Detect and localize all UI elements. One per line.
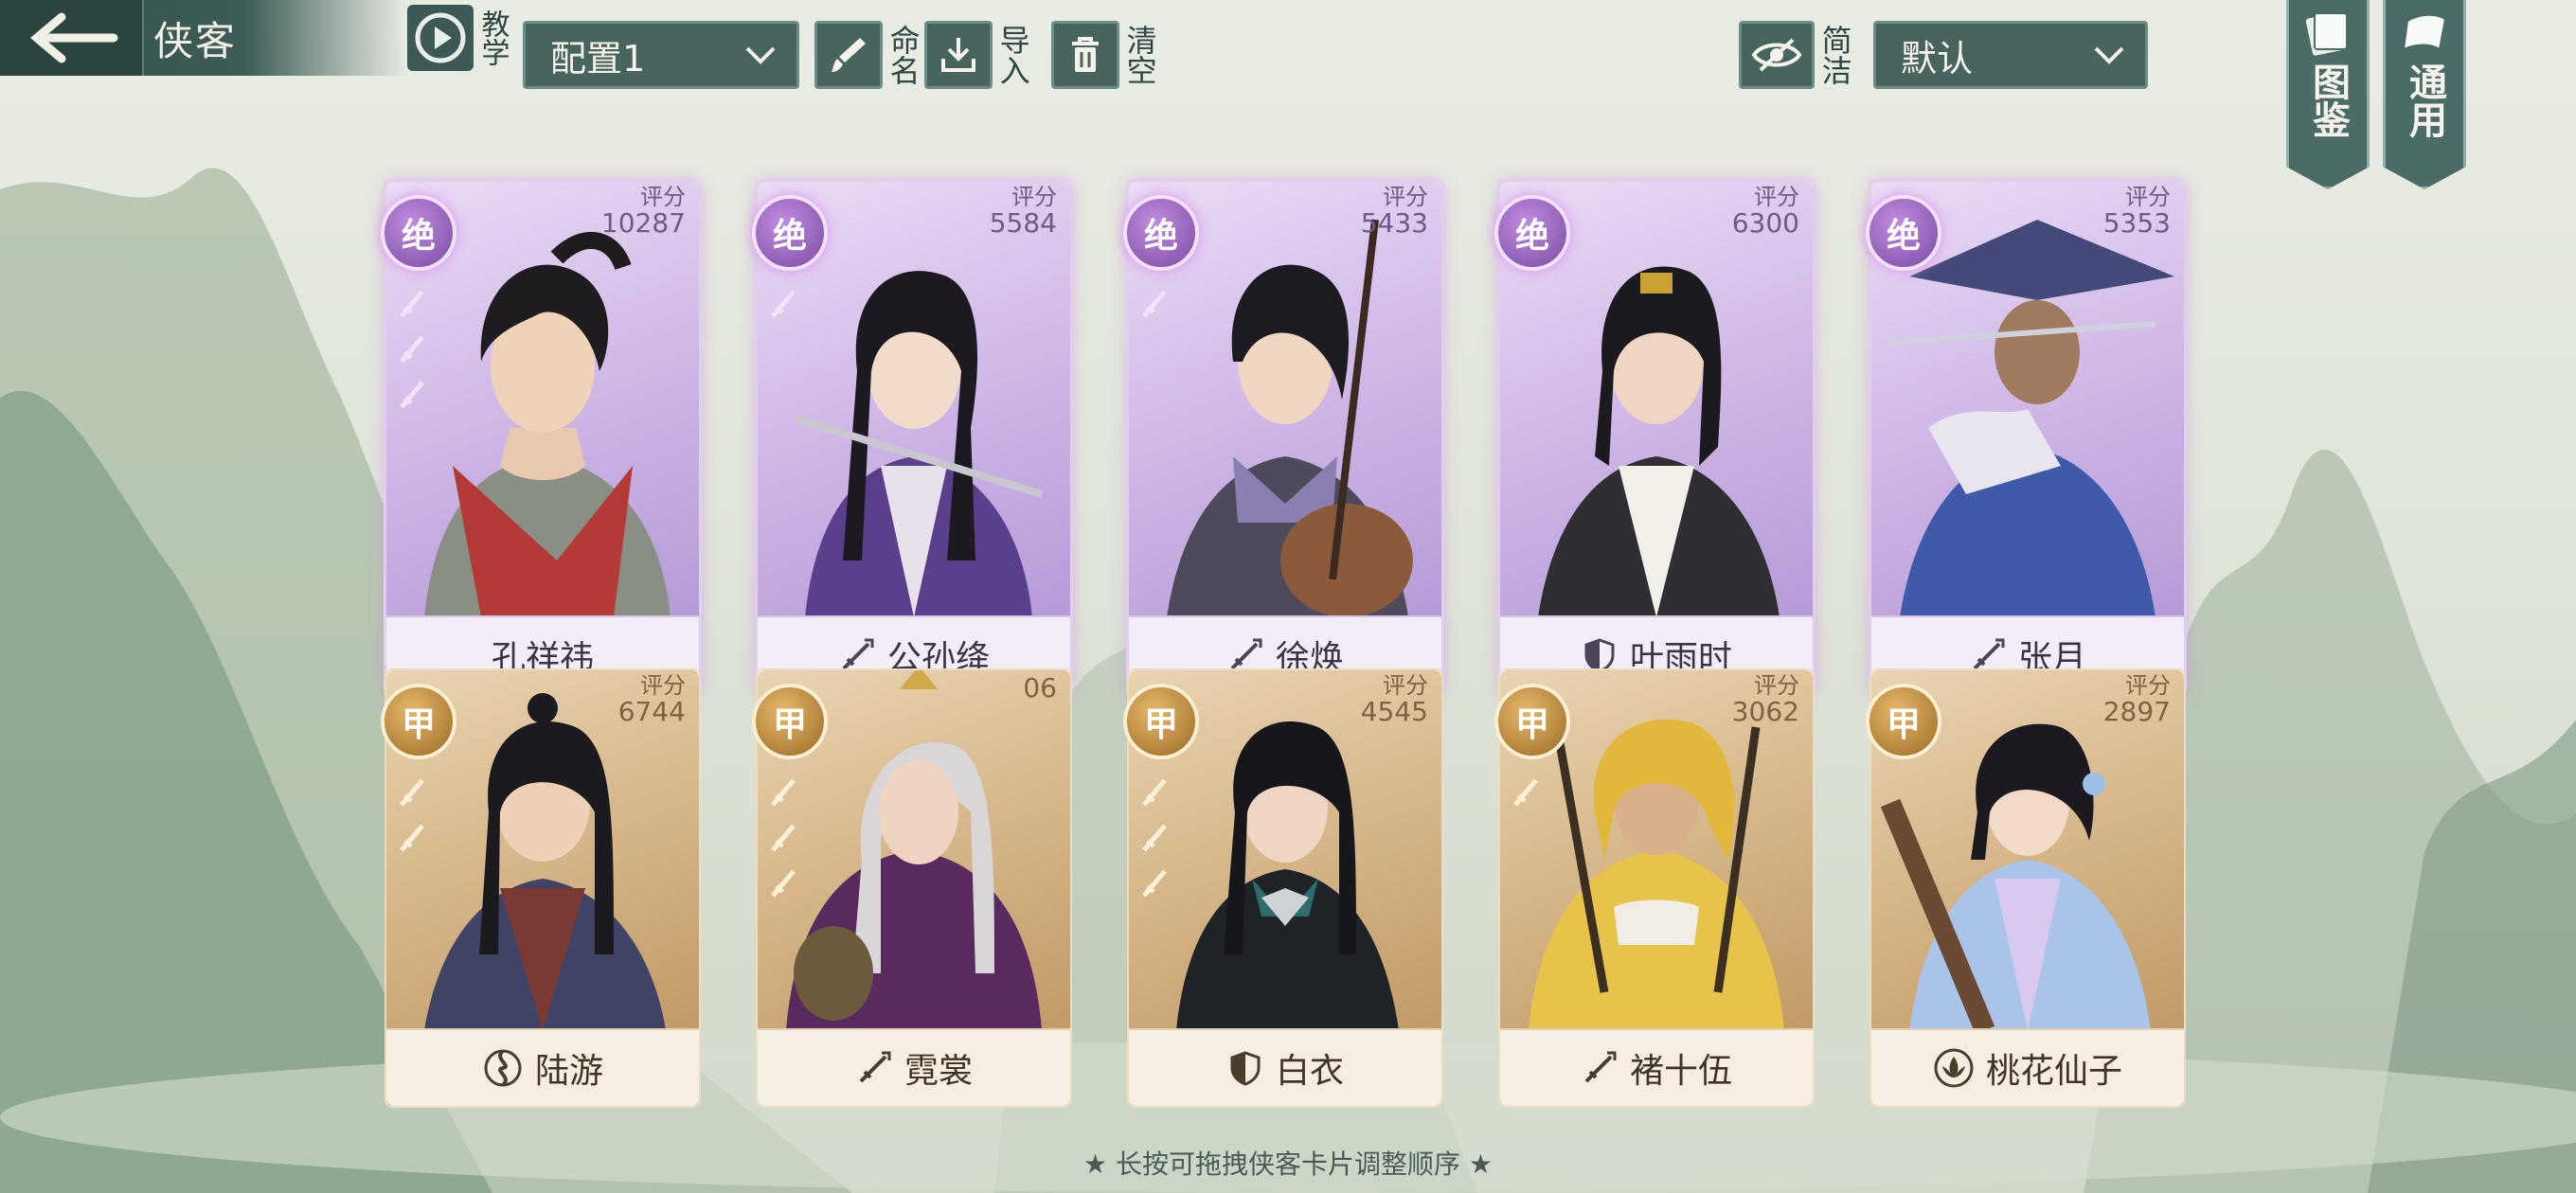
codex-label: 图鉴 [2306,62,2350,138]
sword-star-icon [396,331,428,367]
score-display: 评分 5584 [989,184,1057,240]
sword-icon [859,1051,891,1083]
tutorial-label: 教学 [475,9,510,66]
sword-star-icon [396,286,428,322]
general-label: 通用 [2403,62,2446,138]
score-display: 06 [1023,672,1057,703]
hero-card[interactable]: 绝 评分 10287 孔祥祎 [381,182,699,693]
sword-star-icon [767,286,799,322]
clear-label: 清空 [1121,25,1158,85]
grade-badge: 绝 [1494,195,1570,271]
swirl-icon [484,1049,522,1087]
simple-mode-button[interactable]: 简洁 [1739,21,1853,89]
score-display: 评分 2897 [2102,672,2171,728]
import-button[interactable]: 导入 [924,21,1031,89]
grade-badge: 甲 [752,684,828,759]
config-select-value: 配置1 [550,37,646,80]
simple-mode-label: 简洁 [1816,25,1853,85]
grade-badge: 绝 [1123,195,1199,271]
hero-name: 霓裳 [903,1052,973,1091]
sword-icon [1973,638,2005,670]
hero-card[interactable]: 绝 评分 5353 张月 [1866,182,2184,693]
hero-name: 桃花仙子 [1985,1052,2122,1091]
star-rating [1138,775,1171,901]
star-rating [767,775,799,901]
grade-badge: 绝 [1866,195,1941,271]
hero-card[interactable]: 甲 评分 6744 陆游 [381,670,699,1106]
hero-card[interactable]: 绝 评分 5433 徐焕 [1123,182,1441,693]
grade-badge: 甲 [381,684,456,759]
score-display: 评分 10287 [600,184,686,240]
sword-star-icon [1138,286,1171,322]
sword-star-icon [396,775,428,810]
sword-icon [842,638,874,670]
star-rating [1510,775,1542,810]
sword-star-icon [767,775,799,810]
sword-star-icon [1138,820,1171,856]
hero-name: 褚十伍 [1629,1052,1732,1091]
shield-icon [1230,1051,1261,1086]
grade-badge: 绝 [752,195,828,271]
hero-name: 陆游 [534,1052,603,1091]
clear-button[interactable]: 清空 [1051,21,1158,89]
hero-card[interactable]: 甲 06 霓裳 [752,670,1070,1106]
grade-badge: 绝 [381,195,456,271]
page-title: 侠客 [153,17,238,64]
score-display: 评分 6300 [1731,184,1799,240]
general-button[interactable]: 通用 [2383,0,2466,189]
play-icon [415,12,466,63]
score-display: 评分 5433 [1360,184,1428,240]
sword-star-icon [1138,775,1171,810]
sword-star-icon [396,377,428,413]
chevron-down-icon [745,46,776,64]
sort-select[interactable]: 默认 [1873,21,2148,89]
trash-icon [1072,37,1099,72]
tutorial-button[interactable]: 教学 [407,0,511,76]
star-rating [767,286,799,322]
sword-star-icon [1138,865,1171,901]
download-icon [941,38,975,72]
star-rating [1138,286,1171,322]
score-display: 评分 5353 [2102,184,2171,240]
grade-badge: 甲 [1494,684,1570,759]
sword-icon [1584,1051,1617,1083]
sort-select-value: 默认 [1901,37,1974,80]
hero-card[interactable]: 绝 评分 6300 叶雨时 [1494,182,1813,693]
star-rating [396,775,428,856]
back-arrow-icon [30,12,118,63]
book-icon [2305,12,2348,56]
score-display: 评分 3062 [1731,672,1799,728]
rename-button[interactable]: 命名 [814,21,921,89]
hero-card[interactable]: 绝 评分 5584 公孙绛 [752,182,1070,693]
hero-name: 白衣 [1275,1052,1344,1091]
header-bar: 侠客 [0,0,407,76]
scroll-icon [2402,13,2447,51]
grade-badge: 甲 [1123,684,1199,759]
hero-card[interactable]: 甲 评分 2897 桃花仙子 [1866,670,2184,1106]
hero-card[interactable]: 甲 评分 3062 褚十伍 [1494,670,1813,1106]
brush-icon [832,38,866,72]
sword-star-icon [767,820,799,856]
sword-star-icon [1510,775,1542,810]
grade-badge: 甲 [1866,684,1941,759]
star-rating [396,286,428,413]
score-display: 评分 6744 [617,672,686,728]
config-select[interactable]: 配置1 [523,21,799,89]
drag-hint: ★ 长按可拖拽侠客卡片调整顺序 ★ [1082,1148,1493,1180]
hero-card[interactable]: 甲 评分 4545 白衣 [1123,670,1441,1106]
back-button[interactable] [0,0,144,76]
score-display: 评分 4545 [1360,672,1428,728]
sword-icon [1230,638,1262,670]
eye-slash-icon [1751,38,1802,72]
shield-icon [1584,638,1615,673]
lotus-icon [1934,1048,1974,1088]
chevron-down-icon [2094,46,2124,64]
import-label: 导入 [994,25,1031,85]
sword-star-icon [767,865,799,901]
rename-label: 命名 [885,25,921,85]
sword-star-icon [396,820,428,856]
codex-button[interactable]: 图鉴 [2286,0,2370,189]
